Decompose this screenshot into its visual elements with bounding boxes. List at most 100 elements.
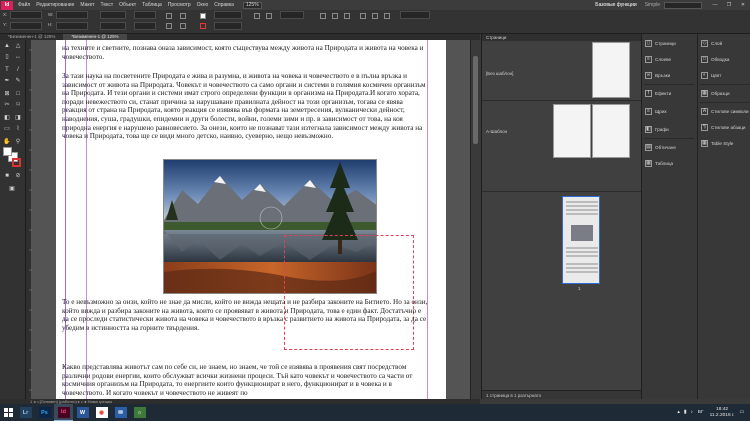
master-none[interactable]: [Без шаблон]	[486, 71, 513, 76]
menu-layout[interactable]: Макет	[77, 2, 97, 8]
panel-links[interactable]: ∞ Връзки	[645, 70, 670, 80]
menu-type[interactable]: Текст	[98, 2, 117, 8]
menu-window[interactable]: Окно	[194, 2, 212, 8]
scissors-tool-icon[interactable]: ✂	[3, 101, 11, 109]
wrap-shape-icon[interactable]	[344, 13, 350, 19]
line-tool-icon[interactable]: /	[14, 66, 22, 74]
menu-table[interactable]: Таблица	[139, 2, 165, 8]
taskbar-lightroom[interactable]: Lr	[16, 404, 35, 421]
taskbar-mail[interactable]: ✉	[111, 404, 130, 421]
selected-frame-outline[interactable]	[284, 235, 414, 350]
volume-icon[interactable]: ♪	[690, 410, 692, 415]
panel-character-styles[interactable]: A Стилове символи	[701, 106, 749, 116]
taskbar-photoshop[interactable]: Ps	[35, 404, 54, 421]
eyedropper-tool-icon[interactable]: ⌇	[14, 125, 22, 133]
restore-button[interactable]: ❐	[722, 2, 736, 8]
w-field[interactable]	[56, 11, 88, 19]
master-a-left-thumb[interactable]	[553, 104, 591, 158]
minimize-button[interactable]: —	[708, 2, 722, 8]
menu-edit[interactable]: Редактирование	[33, 2, 77, 8]
stroke-type-field[interactable]	[214, 22, 242, 30]
network-icon[interactable]: ▮	[684, 410, 687, 415]
gradient-tool-icon[interactable]: ◧	[3, 114, 11, 122]
flip-horizontal-icon[interactable]	[166, 13, 172, 19]
taskbar-word[interactable]: W	[73, 404, 92, 421]
effects-icon[interactable]	[266, 13, 272, 19]
tray-up-arrow-icon[interactable]: ▴	[677, 410, 679, 415]
panel-gradient[interactable]: ◧ Графи	[645, 124, 669, 134]
stroke-swatch-icon[interactable]	[200, 23, 206, 29]
help-search-input[interactable]	[664, 1, 702, 9]
paragraph-3[interactable]: То е невъзможно за онзи, който не знае д…	[62, 298, 428, 332]
type-tool-icon[interactable]: T	[3, 66, 11, 74]
corner-radius-field[interactable]	[400, 11, 430, 19]
rectangle-frame-tool-icon[interactable]: ⊠	[3, 90, 11, 98]
document-canvas[interactable]: на техните и светните, познава оназа зав…	[32, 40, 480, 399]
scale-x-field[interactable]	[100, 11, 126, 19]
close-button[interactable]: ✕	[736, 2, 750, 8]
select-container-icon[interactable]	[180, 13, 186, 19]
fitting-icon[interactable]	[360, 13, 366, 19]
x-field[interactable]	[10, 11, 42, 19]
rectangle-tool-icon[interactable]: □	[14, 90, 22, 98]
document-scrollbar[interactable]	[470, 40, 480, 399]
wrap-none-icon[interactable]	[320, 13, 326, 19]
menu-file[interactable]: Файл	[15, 2, 33, 8]
master-none-thumb[interactable]	[592, 42, 630, 98]
select-content-icon[interactable]	[180, 23, 186, 29]
language-indicator[interactable]: БГ	[698, 410, 704, 415]
panel-effects[interactable]: f Ефекти	[645, 88, 671, 98]
master-a-right-thumb[interactable]	[592, 104, 630, 158]
paragraph-2[interactable]: За тази наука на посветените Природата е…	[62, 72, 428, 141]
direct-selection-tool-icon[interactable]: △	[14, 42, 22, 50]
workspace-simple[interactable]: Simple	[641, 2, 664, 8]
start-button[interactable]	[0, 404, 16, 421]
pen-tool-icon[interactable]: ✒	[3, 77, 11, 85]
flip-vertical-icon[interactable]	[166, 23, 172, 29]
hand-tool-icon[interactable]: ✋	[3, 138, 11, 146]
pages-panel-title[interactable]: Страници	[482, 34, 642, 41]
panel-swatches[interactable]: ▦ Образци	[701, 88, 730, 98]
scrollbar-thumb[interactable]	[473, 56, 478, 144]
master-a[interactable]: А-Шаблон	[486, 129, 507, 134]
menu-help[interactable]: Справка	[211, 2, 237, 8]
wrap-bbox-icon[interactable]	[332, 13, 338, 19]
stroke-weight-field[interactable]	[214, 11, 242, 19]
panel-paragraph-styles[interactable]: ¶ Стилове абзаци	[701, 122, 745, 132]
menu-view[interactable]: Просмотр	[165, 2, 194, 8]
rotate-field[interactable]	[134, 11, 156, 19]
notifications-icon[interactable]: ▭	[739, 410, 744, 415]
free-transform-tool-icon[interactable]: ⌑	[14, 101, 22, 109]
page-1-thumb[interactable]	[562, 196, 600, 284]
panel-table[interactable]: ▦ Таблица	[645, 158, 673, 168]
scale-y-field[interactable]	[100, 22, 126, 30]
gap-tool-icon[interactable]: ↔	[14, 53, 22, 61]
fit-frame-icon[interactable]	[384, 13, 390, 19]
panel-color[interactable]: ◐ Цвят	[701, 70, 721, 80]
gradient-feather-tool-icon[interactable]: ◨	[14, 114, 22, 122]
zoom-select[interactable]: 125%	[242, 1, 262, 9]
paragraph-4[interactable]: Какво представлява животът сам по себе с…	[62, 363, 428, 397]
zoom-tool-icon[interactable]: ⚲	[14, 138, 22, 146]
shear-field[interactable]	[134, 22, 156, 30]
opacity-field[interactable]	[280, 11, 304, 19]
drop-shadow-icon[interactable]	[254, 13, 260, 19]
stroke-color-icon[interactable]	[12, 158, 21, 167]
panel-text-wrap[interactable]: ▤ Обтичане	[645, 142, 676, 152]
taskbar-other[interactable]: ☼	[130, 404, 149, 421]
apply-color-icon[interactable]: ■	[3, 172, 11, 180]
panel-stroke-2[interactable]: □ Обводка	[701, 54, 729, 64]
page-tool-icon[interactable]: ▯	[3, 53, 11, 61]
menu-object[interactable]: Объект	[116, 2, 139, 8]
h-field[interactable]	[56, 22, 88, 30]
panel-pages[interactable]: ▯ Страници	[645, 38, 676, 48]
screen-mode-icon[interactable]: ▣	[8, 185, 16, 193]
clock[interactable]: 18:42 11.2.2016 г.	[710, 407, 735, 418]
panel-table-styles[interactable]: ▦ Table Style	[701, 138, 733, 148]
y-field[interactable]	[10, 22, 42, 30]
panel-stroke[interactable]: ≡ Щрих	[645, 106, 667, 116]
taskbar-chrome[interactable]: ◉	[92, 404, 111, 421]
pencil-tool-icon[interactable]: ✎	[14, 77, 22, 85]
fit-content-icon[interactable]	[372, 13, 378, 19]
note-tool-icon[interactable]: ▭	[3, 125, 11, 133]
